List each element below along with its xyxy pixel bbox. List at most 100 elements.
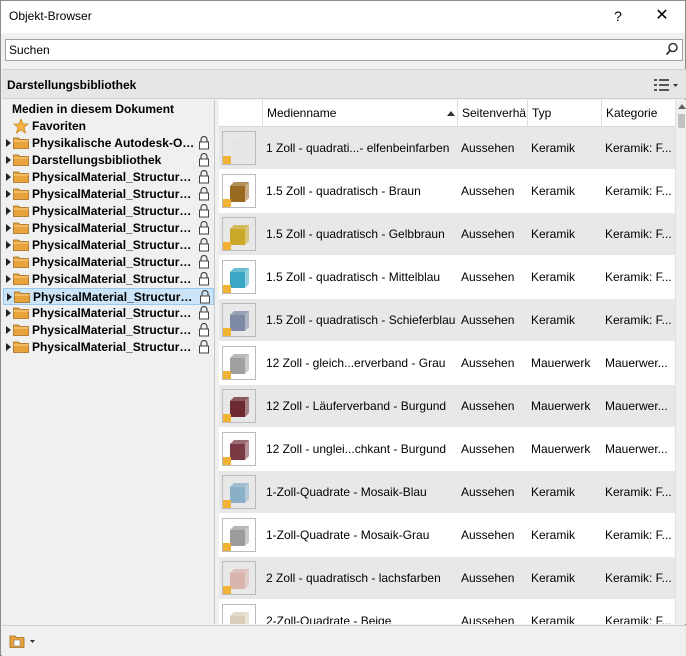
expand-arrow-icon[interactable] <box>6 241 11 249</box>
cell-type: Mauerwerk <box>531 442 591 456</box>
tree-item[interactable]: PhysicalMaterial_Structural 2 <box>3 186 214 203</box>
object-browser-window: Objekt-Browser ? ✕ Darstellungsbibliothe… <box>0 0 686 656</box>
table-row[interactable]: 1.5 Zoll - quadratisch - Gelbbraun Ausseh… <box>219 213 675 256</box>
table-row[interactable]: 1-Zoll-Quadrate - Mosaik-Grau Aussehen Ker… <box>219 514 675 557</box>
tree-item-label: PhysicalMaterial_Structural 4 <box>32 221 196 235</box>
cell-aspect: Aussehen <box>461 399 515 413</box>
asset-badge-icon <box>223 285 231 293</box>
expand-arrow-icon[interactable] <box>6 326 11 334</box>
tree-item-label: PhysicalMaterial_Structural 3 <box>32 204 196 218</box>
cell-medienname: 1.5 Zoll - quadratisch - Mittelblau <box>266 270 441 284</box>
material-thumbnail <box>222 432 256 466</box>
expand-arrow-icon[interactable] <box>6 309 11 317</box>
folder-icon <box>13 273 29 285</box>
asset-badge-icon <box>223 371 231 379</box>
search-input[interactable] <box>6 40 646 60</box>
tree-item[interactable]: Darstellungsbibliothek <box>3 152 214 169</box>
cell-medienname: 1 Zoll - quadrati...- elfenbeinfarben <box>266 141 450 155</box>
material-thumbnail <box>222 561 256 595</box>
tree-item[interactable]: Physikalische Autodesk-Objekte <box>3 135 214 152</box>
table-row[interactable]: 12 Zoll - gleich...erverband - Grau Ausse… <box>219 342 675 385</box>
folder-icon <box>13 137 29 149</box>
table-row[interactable]: 12 Zoll - unglei...chkant - Burgund Ausse… <box>219 428 675 471</box>
expand-arrow-icon[interactable] <box>6 190 11 198</box>
header-type[interactable]: Typ <box>527 100 601 127</box>
cell-category: Keramik: F... <box>605 313 672 327</box>
tree-item[interactable]: PhysicalMaterial_Structural 5 <box>3 237 214 254</box>
asset-badge-icon <box>223 500 231 508</box>
tree-item-document-media[interactable]: Medien in diesem Dokument <box>12 102 174 116</box>
tree-item-favorites[interactable]: Favoriten <box>32 119 86 133</box>
lock-icon <box>199 136 209 150</box>
library-menu-icon[interactable] <box>8 632 38 650</box>
material-thumbnail <box>222 604 256 624</box>
asset-badge-icon <box>223 242 231 250</box>
expand-arrow-icon[interactable] <box>6 139 11 147</box>
expand-arrow-icon[interactable] <box>6 275 11 283</box>
vertical-scrollbar[interactable] <box>675 100 686 624</box>
tree-item[interactable]: PhysicalMaterial_Structural 1 <box>3 169 214 186</box>
cell-category: Mauerwer... <box>605 442 668 456</box>
expand-arrow-icon[interactable] <box>6 156 11 164</box>
table-row[interactable]: 2-Zoll-Quadrate - Beige Aussehen Keramik Ke… <box>219 600 675 624</box>
cell-aspect: Aussehen <box>461 270 515 284</box>
cell-aspect: Aussehen <box>461 356 515 370</box>
folder-icon <box>13 222 29 234</box>
header-aspect[interactable]: Seitenverhä <box>457 100 527 127</box>
tree-item[interactable]: PhysicalMaterial_Structural 11 <box>3 339 214 356</box>
tree-item[interactable]: PhysicalMaterial_Structural 4 <box>3 220 214 237</box>
table-row[interactable]: 12 Zoll - Läuferverband - Burgund Aussehe… <box>219 385 675 428</box>
cell-type: Mauerwerk <box>531 399 591 413</box>
cell-type: Keramik <box>531 528 576 542</box>
cell-medienname: 1.5 Zoll - quadratisch - Gelbbraun <box>266 227 445 241</box>
expand-arrow-icon[interactable] <box>6 207 11 215</box>
material-thumbnail <box>222 518 256 552</box>
cell-aspect: Aussehen <box>461 141 515 155</box>
asset-badge-icon <box>223 156 231 164</box>
close-button[interactable]: ✕ <box>649 5 675 27</box>
window-title: Objekt-Browser <box>9 9 92 23</box>
table-row[interactable]: 1.5 Zoll - quadratisch - Schieferblau Aus… <box>219 299 675 342</box>
cell-medienname: 2-Zoll-Quadrate - Beige <box>266 614 392 624</box>
expand-arrow-icon[interactable] <box>6 343 11 351</box>
lock-icon <box>199 306 209 320</box>
media-grid: Medienname Seitenverhä Typ Kategorie 1 Z… <box>219 100 686 624</box>
tree-item[interactable]: PhysicalMaterial_Structural 6 <box>3 254 214 271</box>
table-row[interactable]: 2 Zoll - quadratisch - lachsfarben Ausseh… <box>219 557 675 600</box>
header-medienname[interactable]: Medienname <box>262 100 457 127</box>
list-view-icon[interactable] <box>652 76 680 94</box>
expand-arrow-icon[interactable] <box>6 173 11 181</box>
table-row[interactable]: 1 Zoll - quadrati...- elfenbeinfarben Aus… <box>219 127 675 170</box>
tree-item[interactable]: PhysicalMaterial_Structural 9 <box>3 305 214 322</box>
cell-aspect: Aussehen <box>461 485 515 499</box>
cell-category: Keramik: F... <box>605 270 672 284</box>
cell-medienname: 1.5 Zoll - quadratisch - Schieferblau <box>266 313 456 327</box>
table-row[interactable]: 1.5 Zoll - quadratisch - Mittelblau Ausse… <box>219 256 675 299</box>
cell-type: Keramik <box>531 227 576 241</box>
cell-category: Keramik: F... <box>605 614 672 624</box>
lock-icon <box>199 170 209 184</box>
tree-item[interactable]: PhysicalMaterial_Structural 8 <box>3 288 214 305</box>
header-category[interactable]: Kategorie <box>601 100 675 127</box>
cell-aspect: Aussehen <box>461 184 515 198</box>
scroll-thumb[interactable] <box>678 114 685 128</box>
expand-arrow-icon[interactable] <box>6 258 11 266</box>
tree-item[interactable]: PhysicalMaterial_Structural 10 <box>3 322 214 339</box>
material-thumbnail <box>222 475 256 509</box>
lock-icon <box>199 255 209 269</box>
tree-item[interactable]: PhysicalMaterial_Structural 7 <box>3 271 214 288</box>
expand-arrow-icon[interactable] <box>6 224 11 232</box>
table-row[interactable]: 1.5 Zoll - quadratisch - Braun Aussehen Ke… <box>219 170 675 213</box>
scroll-up-icon[interactable] <box>678 104 686 109</box>
help-button[interactable]: ? <box>607 5 629 27</box>
cell-aspect: Aussehen <box>461 571 515 585</box>
tree-item-label: Darstellungsbibliothek <box>32 153 162 167</box>
expand-arrow-icon[interactable] <box>7 293 12 301</box>
tree-item[interactable]: PhysicalMaterial_Structural 3 <box>3 203 214 220</box>
table-row[interactable]: 1-Zoll-Quadrate - Mosaik-Blau Aussehen Ker… <box>219 471 675 514</box>
cell-type: Keramik <box>531 614 576 624</box>
cell-medienname: 1.5 Zoll - quadratisch - Braun <box>266 184 421 198</box>
material-thumbnail <box>222 303 256 337</box>
search-icon[interactable] <box>665 42 679 56</box>
title-bar: Objekt-Browser ? ✕ <box>1 1 685 33</box>
